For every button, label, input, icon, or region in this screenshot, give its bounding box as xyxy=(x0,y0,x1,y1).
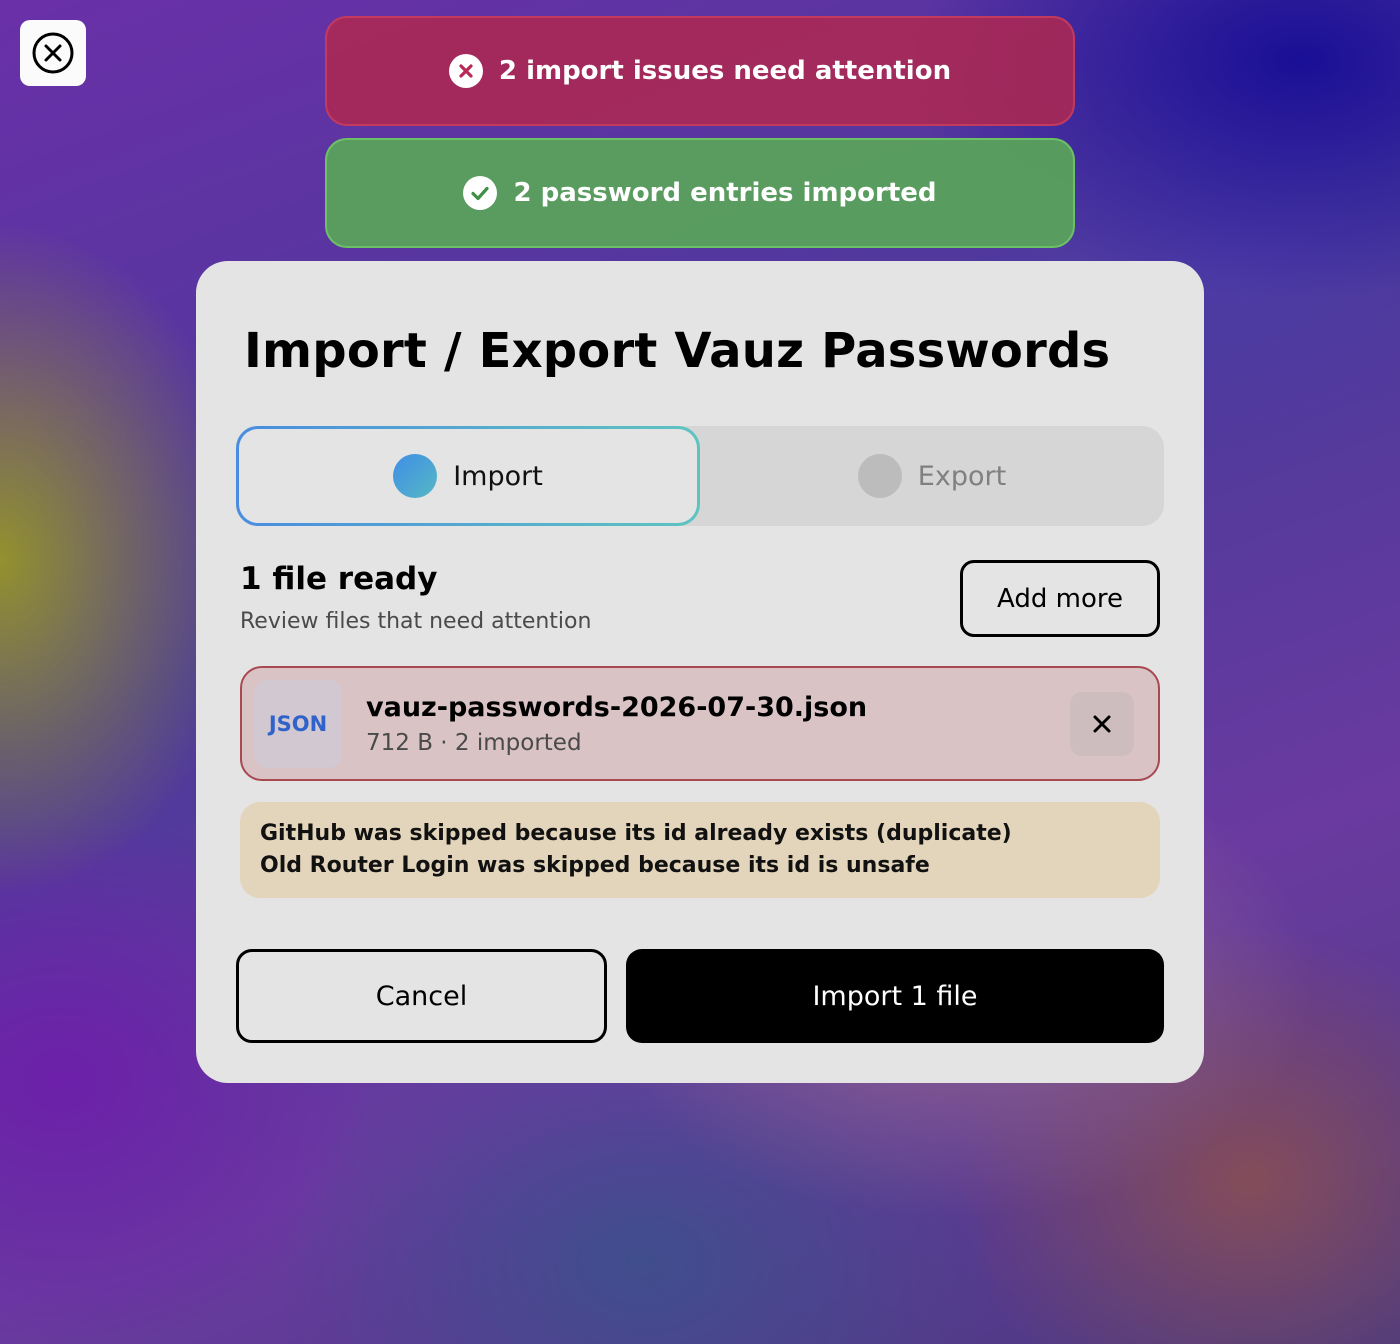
file-meta: 712 B · 2 imported xyxy=(366,730,582,756)
checkmark-icon xyxy=(463,176,498,210)
success-toast: 2 password entries imported xyxy=(325,138,1075,248)
export-radio-icon xyxy=(857,454,902,498)
files-subtitle: Review files that need attention xyxy=(240,609,592,634)
file-name: vauz-passwords-2026-07-30.json xyxy=(366,692,868,723)
error-x-icon xyxy=(448,54,483,88)
close-circle-icon xyxy=(32,32,74,74)
add-more-button[interactable]: Add more xyxy=(960,560,1160,637)
remove-file-button[interactable] xyxy=(1070,692,1134,756)
mode-switcher: Import Export xyxy=(236,426,1164,526)
file-list-item: JSON vauz-passwords-2026-07-30.json 712 … xyxy=(240,666,1160,781)
error-toast-text: 2 import issues need attention xyxy=(498,56,952,86)
issue-item: Old Router Login was skipped because its… xyxy=(260,853,930,878)
json-file-icon: JSON xyxy=(254,680,342,768)
close-button[interactable] xyxy=(20,20,86,86)
success-toast-text: 2 password entries imported xyxy=(513,178,937,208)
tab-import-label: Import xyxy=(453,460,543,492)
import-radio-icon xyxy=(393,454,438,498)
import-files-button[interactable]: Import 1 file xyxy=(626,949,1164,1043)
error-toast: 2 import issues need attention xyxy=(325,16,1075,126)
dialog-title: Import / Export Vauz Passwords xyxy=(244,323,1111,379)
close-icon xyxy=(1093,715,1111,733)
tab-export-label: Export xyxy=(917,460,1007,492)
cancel-button[interactable]: Cancel xyxy=(236,949,607,1043)
issue-item: GitHub was skipped because its id alread… xyxy=(260,821,1012,846)
import-export-dialog: Import / Export Vauz Passwords Import Ex… xyxy=(196,261,1204,1083)
tab-export[interactable]: Export xyxy=(700,426,1164,526)
import-issues-list: GitHub was skipped because its id alread… xyxy=(240,802,1160,898)
tab-import[interactable]: Import xyxy=(236,426,700,526)
files-heading: 1 file ready xyxy=(240,561,438,597)
